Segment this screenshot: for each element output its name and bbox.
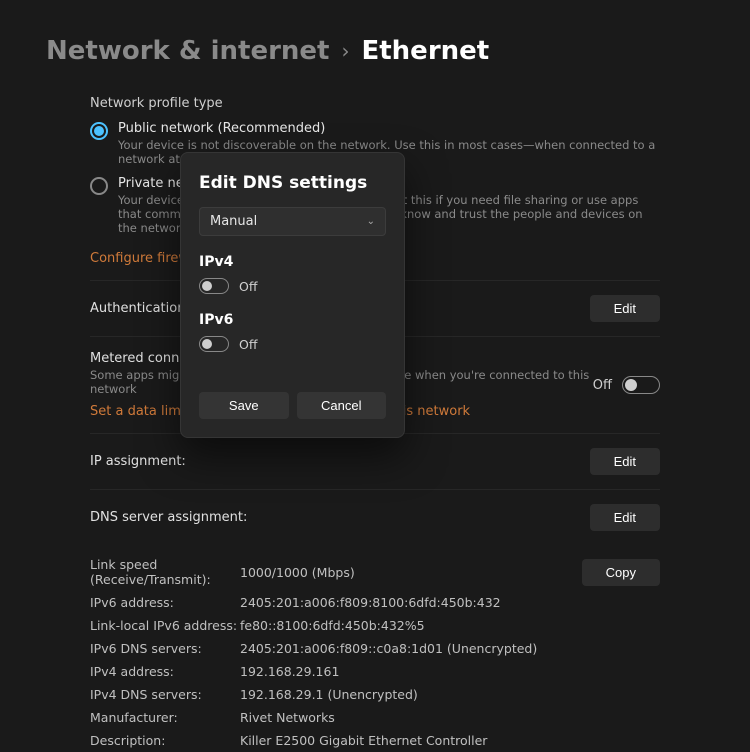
- edit-dns-dialog: Edit DNS settings Manual ⌄ IPv4 Off IPv6…: [180, 152, 405, 438]
- edit-button[interactable]: Edit: [590, 295, 660, 322]
- breadcrumb: Network & internet › Ethernet: [46, 0, 704, 84]
- detail-label: IPv6 address:: [90, 595, 240, 610]
- detail-label: Link speed (Receive/Transmit):: [90, 557, 240, 587]
- page-title: Ethernet: [361, 36, 489, 66]
- detail-row: Link-local IPv6 address: fe80::8100:6dfd…: [90, 614, 660, 637]
- dns-mode-select[interactable]: Manual ⌄: [199, 207, 386, 236]
- profile-type-heading: Network profile type: [90, 84, 660, 121]
- connection-details: Link speed (Receive/Transmit): 1000/1000…: [90, 545, 660, 752]
- detail-row: Manufacturer: Rivet Networks: [90, 706, 660, 729]
- detail-row: IPv6 DNS servers: 2405:201:a006:f809::c0…: [90, 637, 660, 660]
- ipv6-group: IPv6 Off: [199, 312, 386, 352]
- detail-row: Link speed (Receive/Transmit): 1000/1000…: [90, 553, 660, 591]
- row-title: IP assignment:: [90, 454, 186, 469]
- dialog-title: Edit DNS settings: [199, 173, 386, 193]
- detail-row: IPv4 address: 192.168.29.161: [90, 660, 660, 683]
- detail-value: 2405:201:a006:f809::c0a8:1d01 (Unencrypt…: [240, 641, 537, 656]
- detail-label: IPv4 address:: [90, 664, 240, 679]
- detail-row: IPv4 DNS servers: 192.168.29.1 (Unencryp…: [90, 683, 660, 706]
- detail-value: Rivet Networks: [240, 710, 335, 725]
- edit-button[interactable]: Edit: [590, 448, 660, 475]
- group-title: IPv6: [199, 312, 386, 328]
- metered-toggle[interactable]: [622, 376, 660, 394]
- breadcrumb-parent[interactable]: Network & internet: [46, 36, 329, 66]
- detail-label: Description:: [90, 733, 240, 748]
- ipv4-group: IPv4 Off: [199, 254, 386, 294]
- detail-value: fe80::8100:6dfd:450b:432%5: [240, 618, 425, 633]
- detail-value: Killer E2500 Gigabit Ethernet Controller: [240, 733, 487, 748]
- row-title: DNS server assignment:: [90, 510, 247, 525]
- radio-icon[interactable]: [90, 122, 108, 140]
- detail-value: 2405:201:a006:f809:8100:6dfd:450b:432: [240, 595, 501, 610]
- toggle-label: Off: [239, 279, 257, 294]
- chevron-down-icon: ⌄: [367, 216, 375, 227]
- detail-label: IPv6 DNS servers:: [90, 641, 240, 656]
- group-title: IPv4: [199, 254, 386, 270]
- save-button[interactable]: Save: [199, 392, 289, 419]
- detail-label: Link-local IPv6 address:: [90, 618, 240, 633]
- cancel-button[interactable]: Cancel: [297, 392, 387, 419]
- detail-label: Manufacturer:: [90, 710, 240, 725]
- detail-row: IPv6 address: 2405:201:a006:f809:8100:6d…: [90, 591, 660, 614]
- detail-value: 192.168.29.161: [240, 664, 339, 679]
- copy-button[interactable]: Copy: [582, 559, 660, 586]
- edit-button[interactable]: Edit: [590, 504, 660, 531]
- ipv6-toggle[interactable]: [199, 336, 229, 352]
- detail-value: 192.168.29.1 (Unencrypted): [240, 687, 418, 702]
- chevron-right-icon: ›: [341, 39, 349, 63]
- row-ip-assignment: IP assignment: Edit: [90, 433, 660, 489]
- row-dns-assignment: DNS server assignment: Edit: [90, 489, 660, 545]
- toggle-label: Off: [593, 378, 612, 393]
- detail-label: IPv4 DNS servers:: [90, 687, 240, 702]
- detail-value: 1000/1000 (Mbps): [240, 565, 355, 580]
- ipv4-toggle[interactable]: [199, 278, 229, 294]
- toggle-label: Off: [239, 337, 257, 352]
- select-value: Manual: [210, 214, 257, 229]
- radio-label: Public network (Recommended): [118, 121, 660, 136]
- radio-icon[interactable]: [90, 177, 108, 195]
- detail-row: Description: Killer E2500 Gigabit Ethern…: [90, 729, 660, 752]
